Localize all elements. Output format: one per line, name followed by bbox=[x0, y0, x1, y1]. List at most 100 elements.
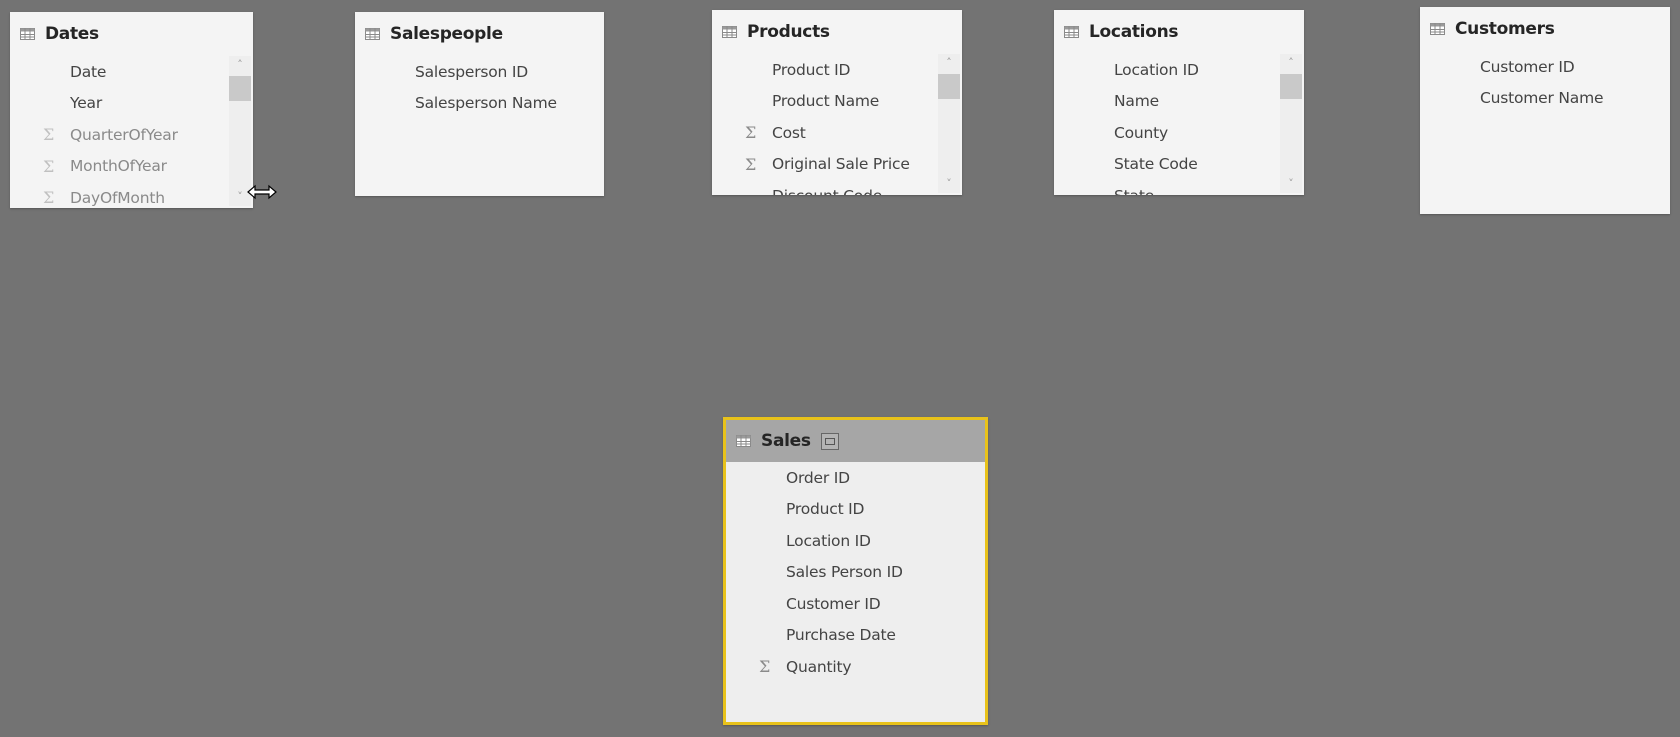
field-item[interactable]: Σ MonthOfYear bbox=[10, 151, 253, 183]
sigma-icon: Σ bbox=[43, 156, 55, 176]
table-title: Locations bbox=[1089, 22, 1179, 42]
field-item[interactable]: Date bbox=[10, 56, 253, 88]
field-label: State bbox=[1114, 187, 1154, 195]
field-label: Sales Person ID bbox=[786, 563, 903, 582]
table-icon bbox=[722, 26, 737, 38]
field-label: Customer Name bbox=[1480, 89, 1604, 108]
field-label: DayOfMonth bbox=[70, 188, 165, 207]
scroll-thumb[interactable] bbox=[938, 74, 960, 99]
field-label: Product ID bbox=[786, 500, 865, 519]
scroll-down-icon[interactable]: ˅ bbox=[1280, 175, 1302, 193]
table-card-products[interactable]: Products Product ID Product Name Σ Cost Σ Orig… bbox=[712, 10, 962, 195]
scrollbar[interactable]: ˄ ˅ bbox=[1280, 54, 1302, 193]
table-card-locations[interactable]: Locations Location ID Name County State Code… bbox=[1054, 10, 1304, 195]
field-item[interactable]: Discount Code bbox=[712, 180, 962, 195]
field-item[interactable]: Order ID bbox=[726, 462, 985, 494]
field-item[interactable]: Sales Person ID bbox=[726, 557, 985, 589]
field-label: Purchase Date bbox=[786, 626, 896, 645]
table-icon bbox=[736, 435, 751, 447]
table-card-salespeople[interactable]: Salespeople Salesperson ID Salesperson Nam… bbox=[355, 12, 604, 196]
sigma-icon: Σ bbox=[745, 154, 757, 174]
table-title: Salespeople bbox=[390, 24, 503, 44]
scroll-thumb[interactable] bbox=[229, 76, 251, 101]
field-label: Order ID bbox=[786, 468, 850, 487]
field-item[interactable]: State bbox=[1054, 180, 1304, 195]
card-header[interactable]: Sales bbox=[726, 420, 985, 462]
field-label: Discount Code bbox=[772, 187, 882, 195]
field-item[interactable]: Product ID bbox=[712, 54, 962, 86]
scroll-thumb[interactable] bbox=[1280, 74, 1302, 99]
card-header[interactable]: Locations bbox=[1054, 10, 1304, 54]
field-item[interactable]: Σ Quantity bbox=[726, 651, 985, 683]
field-list: Date Year Σ QuarterOfYear Σ MonthOfYear Σ DayOf… bbox=[10, 56, 253, 208]
field-item[interactable]: Product Name bbox=[712, 86, 962, 118]
field-item[interactable]: Σ DayOfMonth bbox=[10, 182, 253, 208]
scroll-up-icon[interactable]: ˄ bbox=[229, 56, 251, 74]
field-item[interactable]: Name bbox=[1054, 86, 1304, 118]
field-label: Customer ID bbox=[1480, 57, 1575, 76]
sigma-icon: Σ bbox=[43, 125, 55, 145]
field-label: Quantity bbox=[786, 657, 852, 676]
table-icon bbox=[365, 28, 380, 40]
field-item[interactable]: Year bbox=[10, 88, 253, 120]
sigma-icon: Σ bbox=[745, 123, 757, 143]
card-header[interactable]: Salespeople bbox=[355, 12, 604, 56]
field-label: Salesperson ID bbox=[415, 62, 529, 81]
field-label: Location ID bbox=[786, 531, 871, 550]
field-list: Customer ID Customer Name bbox=[1420, 51, 1670, 214]
field-item[interactable]: Purchase Date bbox=[726, 620, 985, 652]
field-item[interactable]: Σ QuarterOfYear bbox=[10, 119, 253, 151]
field-label: Salesperson Name bbox=[415, 94, 557, 113]
table-title: Dates bbox=[45, 24, 99, 44]
field-label: Original Sale Price bbox=[772, 155, 910, 174]
scroll-up-icon[interactable]: ˄ bbox=[938, 54, 960, 72]
sigma-icon: Σ bbox=[759, 657, 771, 677]
field-item[interactable]: State Code bbox=[1054, 149, 1304, 181]
collapse-icon bbox=[824, 437, 835, 445]
table-title: Customers bbox=[1455, 19, 1555, 39]
collapse-button[interactable] bbox=[820, 432, 839, 450]
field-item[interactable]: Salesperson ID bbox=[355, 56, 604, 88]
field-label: Date bbox=[70, 62, 107, 81]
field-item[interactable]: Location ID bbox=[726, 525, 985, 557]
field-item[interactable]: County bbox=[1054, 117, 1304, 149]
field-label: Cost bbox=[772, 123, 806, 142]
field-label: Name bbox=[1114, 92, 1159, 111]
card-header[interactable]: Dates bbox=[10, 12, 253, 56]
field-label: QuarterOfYear bbox=[70, 125, 178, 144]
table-card-customers[interactable]: Customers Customer ID Customer Name bbox=[1420, 7, 1670, 214]
card-header[interactable]: Customers bbox=[1420, 7, 1670, 51]
field-label: Customer ID bbox=[786, 594, 881, 613]
field-item[interactable]: Σ Cost bbox=[712, 117, 962, 149]
field-item[interactable]: Customer Name bbox=[1420, 83, 1670, 115]
field-label: Location ID bbox=[1114, 60, 1199, 79]
field-item[interactable]: Salesperson Name bbox=[355, 88, 604, 120]
sigma-icon: Σ bbox=[43, 188, 55, 208]
field-item[interactable]: Σ Original Sale Price bbox=[712, 149, 962, 181]
table-card-dates[interactable]: Dates Date Year Σ QuarterOfYear Σ MonthOfYear Σ… bbox=[10, 12, 253, 208]
field-label: Product Name bbox=[772, 92, 880, 111]
field-item[interactable]: Product ID bbox=[726, 494, 985, 526]
table-icon bbox=[1430, 23, 1445, 35]
table-icon bbox=[20, 28, 35, 40]
field-item[interactable]: Location ID bbox=[1054, 54, 1304, 86]
table-card-sales[interactable]: Sales Order ID Product ID Location ID Sales … bbox=[723, 417, 988, 725]
field-list: Location ID Name County State Code State bbox=[1054, 54, 1304, 195]
field-list: Order ID Product ID Location ID Sales Perso… bbox=[726, 462, 985, 722]
table-title: Sales bbox=[761, 431, 811, 451]
field-list: Product ID Product Name Σ Cost Σ Original Sal… bbox=[712, 54, 962, 195]
table-title: Products bbox=[747, 22, 830, 42]
field-label: Product ID bbox=[772, 60, 851, 79]
field-list: Salesperson ID Salesperson Name bbox=[355, 56, 604, 196]
resize-cursor-icon bbox=[247, 184, 277, 200]
field-label: MonthOfYear bbox=[70, 157, 167, 176]
scroll-up-icon[interactable]: ˄ bbox=[1280, 54, 1302, 72]
card-header[interactable]: Products bbox=[712, 10, 962, 54]
scrollbar[interactable]: ˄ ˅ bbox=[938, 54, 960, 193]
scroll-down-icon[interactable]: ˅ bbox=[938, 175, 960, 193]
field-label: State Code bbox=[1114, 155, 1198, 174]
table-icon bbox=[1064, 26, 1079, 38]
field-item[interactable]: Customer ID bbox=[1420, 51, 1670, 83]
field-item[interactable]: Customer ID bbox=[726, 588, 985, 620]
field-label: County bbox=[1114, 123, 1169, 142]
